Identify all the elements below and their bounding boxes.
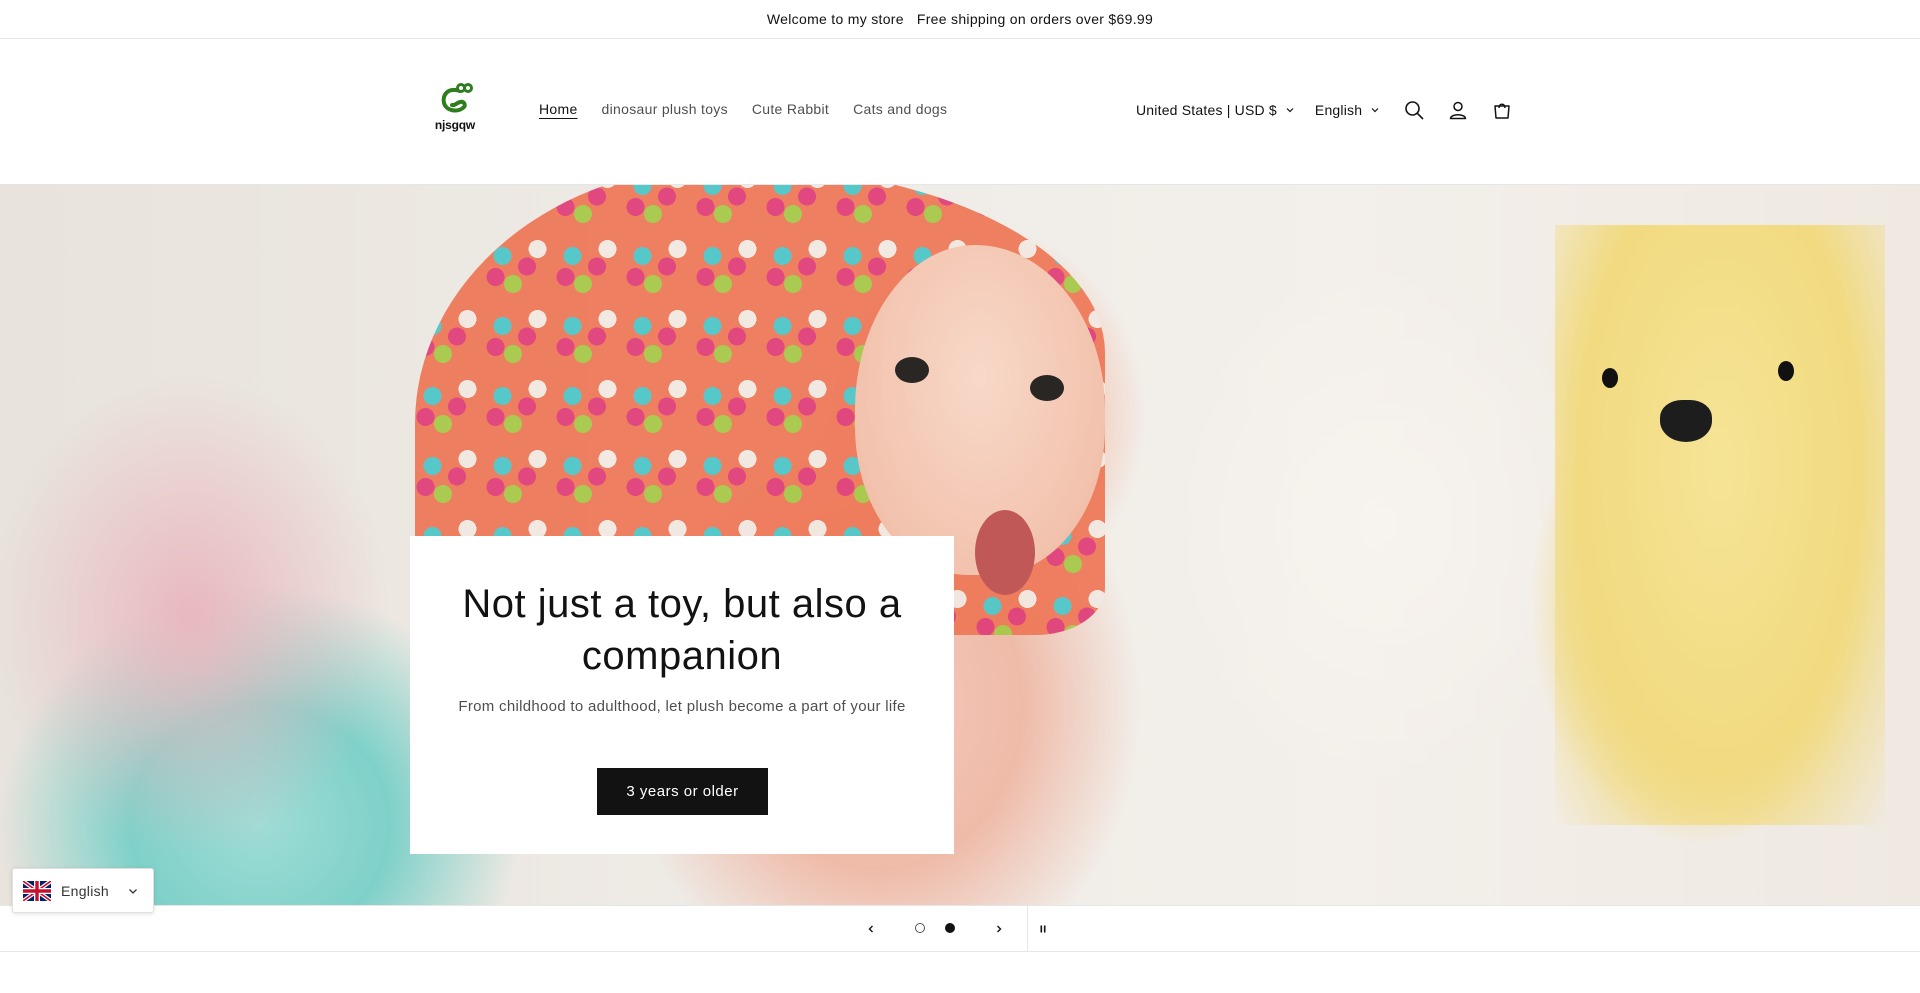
hero-cta-button[interactable]: 3 years or older [597, 768, 768, 815]
hero-image-bear-eye [1778, 361, 1794, 381]
search-icon [1405, 101, 1424, 120]
cart-button[interactable] [1480, 88, 1524, 132]
previous-slide-button[interactable] [856, 906, 886, 951]
hero-banner: Not just a toy, but also a companion Fro… [0, 185, 1920, 905]
nav-cats-and-dogs[interactable]: Cats and dogs [853, 101, 947, 117]
logo-text: njsgqw [434, 118, 476, 132]
main-nav: Home dinosaur plush toys Cute Rabbit Cat… [539, 101, 971, 117]
language-selector-label: English [1314, 102, 1363, 118]
floating-language-label: English [61, 882, 110, 899]
hero-image-bear-nose [1660, 400, 1712, 442]
site-header: njsgqw ​ Home dinosaur plush toys Cute R… [0, 39, 1920, 185]
pause-icon [1040, 925, 1046, 932]
hero-image-baby-face [855, 245, 1105, 575]
chevron-right-icon [997, 925, 1002, 932]
slide-dot-1[interactable] [915, 923, 925, 933]
hero-content-box: Not just a toy, but also a companion Fro… [410, 536, 954, 854]
frog-logo-icon [441, 83, 473, 113]
pause-slideshow-button[interactable] [1028, 906, 1058, 951]
announcement-bar: Welcome to my store Free shipping on ord… [0, 0, 1920, 39]
account-icon [1449, 101, 1467, 120]
floating-language-selector[interactable]: English [12, 868, 154, 913]
hero-image-bear-eye [1602, 368, 1618, 388]
hero-image-teddy-bear [1555, 225, 1885, 825]
hero-title: Not just a toy, but also a companion [462, 582, 902, 678]
country-selector[interactable]: United States | USD $ [1136, 102, 1295, 118]
cart-icon [1494, 103, 1510, 119]
logo-subtext: ​ [430, 132, 480, 137]
slide-dot-2[interactable] [945, 923, 955, 933]
header-actions: United States | USD $ English [1136, 95, 1524, 125]
nav-cute-rabbit[interactable]: Cute Rabbit [752, 101, 829, 117]
hero-image-eye [1030, 375, 1064, 401]
language-selector[interactable]: English [1315, 102, 1380, 118]
slider-controls [0, 905, 1920, 952]
store-logo[interactable]: njsgqw ​ [430, 81, 480, 141]
country-selector-label: United States | USD $ [1136, 102, 1277, 118]
hero-image-mouth [975, 510, 1035, 595]
hero-subtitle: From childhood to adulthood, let plush b… [458, 698, 906, 715]
hero-image-eye [895, 357, 929, 383]
next-slide-button[interactable] [984, 906, 1014, 951]
search-button[interactable] [1392, 88, 1436, 132]
announcement-welcome: Welcome to my store [766, 11, 904, 27]
chevron-left-icon [868, 925, 873, 932]
nav-dinosaur-plush-toys[interactable]: dinosaur plush toys [602, 101, 728, 117]
account-button[interactable] [1436, 88, 1480, 132]
chevron-down-icon [129, 888, 137, 894]
chevron-down-icon [1371, 108, 1379, 113]
nav-home[interactable]: Home [539, 101, 578, 117]
announcement-shipping: Free shipping on orders over $69.99 [916, 11, 1154, 27]
chevron-down-icon [1286, 108, 1294, 113]
uk-flag-icon [23, 880, 51, 901]
